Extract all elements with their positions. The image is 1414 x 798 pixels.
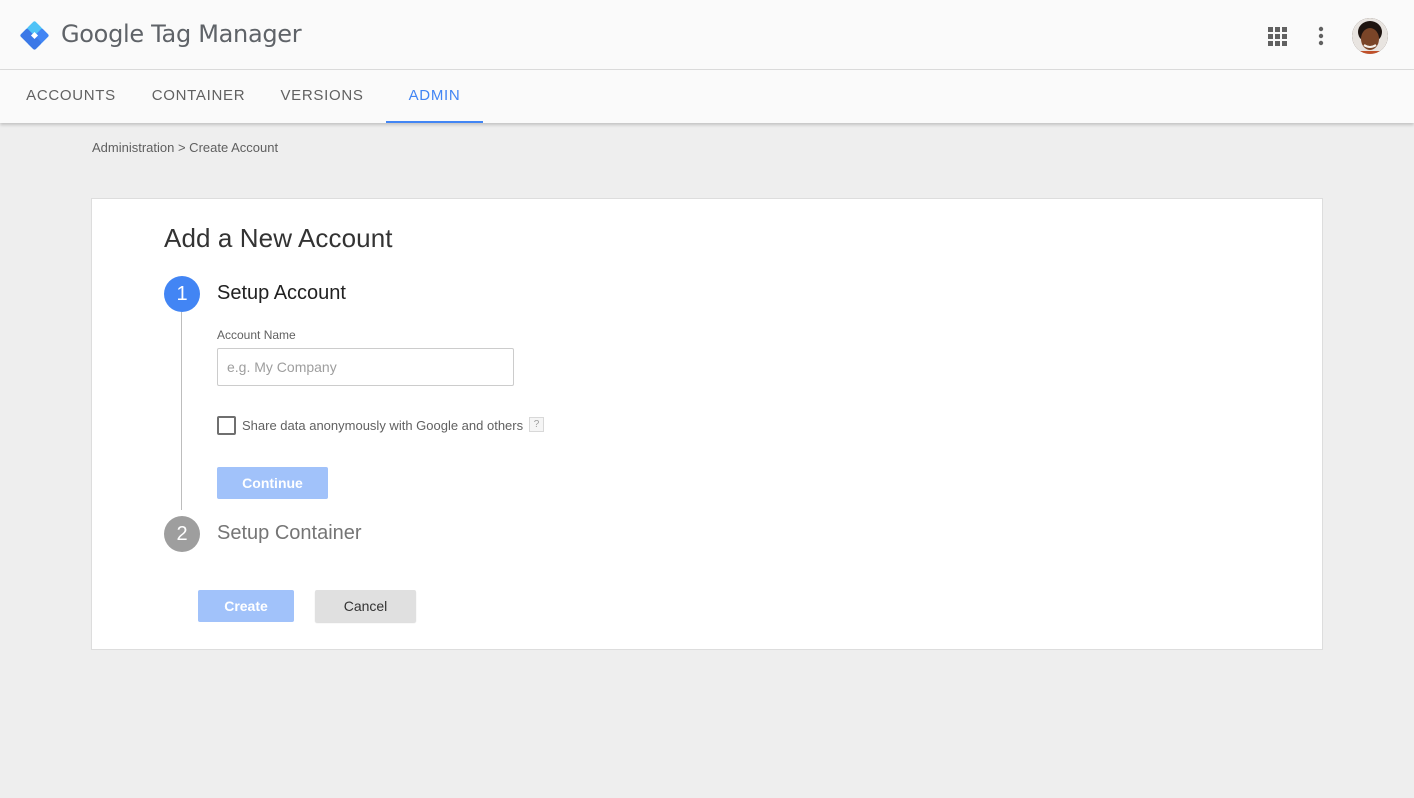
tab-container[interactable]: CONTAINER xyxy=(141,70,256,123)
create-account-card: Add a New Account 1 Setup Account Accoun… xyxy=(91,198,1323,650)
step-1-indicator: 1 xyxy=(164,276,200,312)
tab-versions[interactable]: VERSIONS xyxy=(268,70,376,123)
page-title: Add a New Account xyxy=(164,223,393,253)
share-data-checkbox[interactable] xyxy=(217,416,236,435)
share-data-label[interactable]: Share data anonymously with Google and o… xyxy=(242,418,523,433)
user-avatar[interactable] xyxy=(1352,18,1388,54)
apps-grid-icon[interactable] xyxy=(1268,27,1287,46)
tab-accounts[interactable]: ACCOUNTS xyxy=(13,70,129,123)
step-1-title: Setup Account xyxy=(217,282,346,304)
gtm-logo-icon xyxy=(20,21,49,50)
step-2-indicator: 2 xyxy=(164,516,200,552)
create-button[interactable]: Create xyxy=(198,590,294,622)
step-2-title: Setup Container xyxy=(217,522,362,544)
account-name-label: Account Name xyxy=(217,328,296,342)
avatar-face-icon xyxy=(1352,18,1388,54)
help-question-icon[interactable]: ? xyxy=(529,417,544,432)
top-app-bar: Google Tag Manager xyxy=(0,0,1414,70)
continue-button[interactable]: Continue xyxy=(217,467,328,499)
cancel-button[interactable]: Cancel xyxy=(315,590,416,622)
main-nav-tabs: ACCOUNTS CONTAINER VERSIONS ADMIN xyxy=(0,70,1414,123)
step-connector-line xyxy=(181,312,182,510)
app-title: Google Tag Manager xyxy=(61,20,302,48)
breadcrumb: Administration > Create Account xyxy=(92,140,279,155)
more-vertical-icon[interactable] xyxy=(1317,26,1325,46)
tab-admin[interactable]: ADMIN xyxy=(386,70,483,123)
account-name-input[interactable] xyxy=(217,348,514,386)
